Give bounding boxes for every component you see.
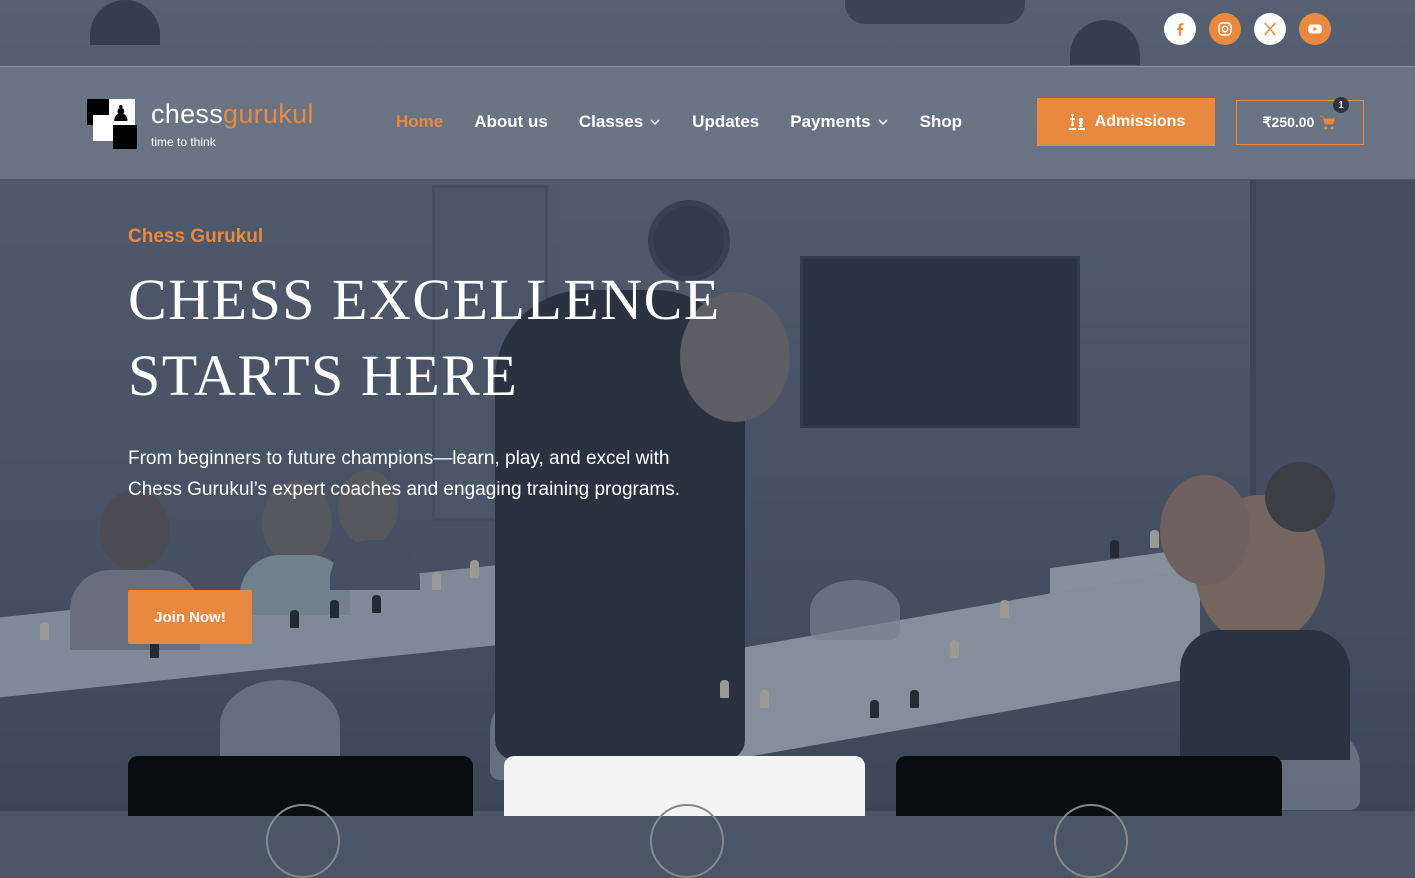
chess-pieces-icon <box>1068 114 1085 130</box>
cart-button[interactable]: ₹250.00 1 <box>1236 97 1364 145</box>
nav-item-updates[interactable]: Updates <box>692 112 759 132</box>
hero-title: CHESS EXCELLENCE STARTS HERE <box>128 267 721 408</box>
x-icon <box>1264 22 1276 36</box>
logo-name: chessgurukul <box>151 99 314 129</box>
youtube-icon <box>1308 24 1322 34</box>
nav-item-about-us[interactable]: About us <box>474 112 548 132</box>
site-logo[interactable]: ♟ chessgurukul time to think <box>87 99 314 151</box>
nav-item-payments[interactable]: Payments <box>790 112 888 132</box>
instagram-link[interactable] <box>1209 13 1241 45</box>
cart-total: ₹250.00 <box>1262 114 1315 130</box>
nav-item-shop[interactable]: Shop <box>920 112 963 132</box>
cart-count-badge: 1 <box>1333 97 1349 113</box>
feature-card <box>504 756 865 878</box>
chess-logo-icon: ♟ <box>87 99 139 151</box>
admissions-button[interactable]: Admissions <box>1037 98 1215 146</box>
hero-eyebrow: Chess Gurukul <box>128 226 264 247</box>
logo-tagline: time to think <box>151 135 216 149</box>
feature-card <box>896 756 1282 878</box>
main-nav: Home About us Classes Updates Payments S… <box>396 112 993 132</box>
chevron-down-icon <box>878 119 888 126</box>
hero-description: From beginners to future champions—learn… <box>128 448 681 500</box>
social-links <box>1164 13 1331 45</box>
chevron-down-icon <box>650 119 660 126</box>
nav-item-classes[interactable]: Classes <box>579 112 661 132</box>
join-now-button[interactable]: Join Now! <box>128 590 252 644</box>
facebook-link[interactable] <box>1164 13 1196 45</box>
x-link[interactable] <box>1254 13 1286 45</box>
nav-item-home[interactable]: Home <box>396 112 443 132</box>
feature-card <box>128 756 473 878</box>
admissions-label: Admissions <box>1094 113 1186 130</box>
cart-icon <box>1320 115 1336 129</box>
site-header: ♟ chessgurukul time to think Home About … <box>0 66 1415 179</box>
instagram-icon <box>1218 22 1232 36</box>
facebook-icon <box>1177 23 1184 36</box>
youtube-link[interactable] <box>1299 13 1331 45</box>
